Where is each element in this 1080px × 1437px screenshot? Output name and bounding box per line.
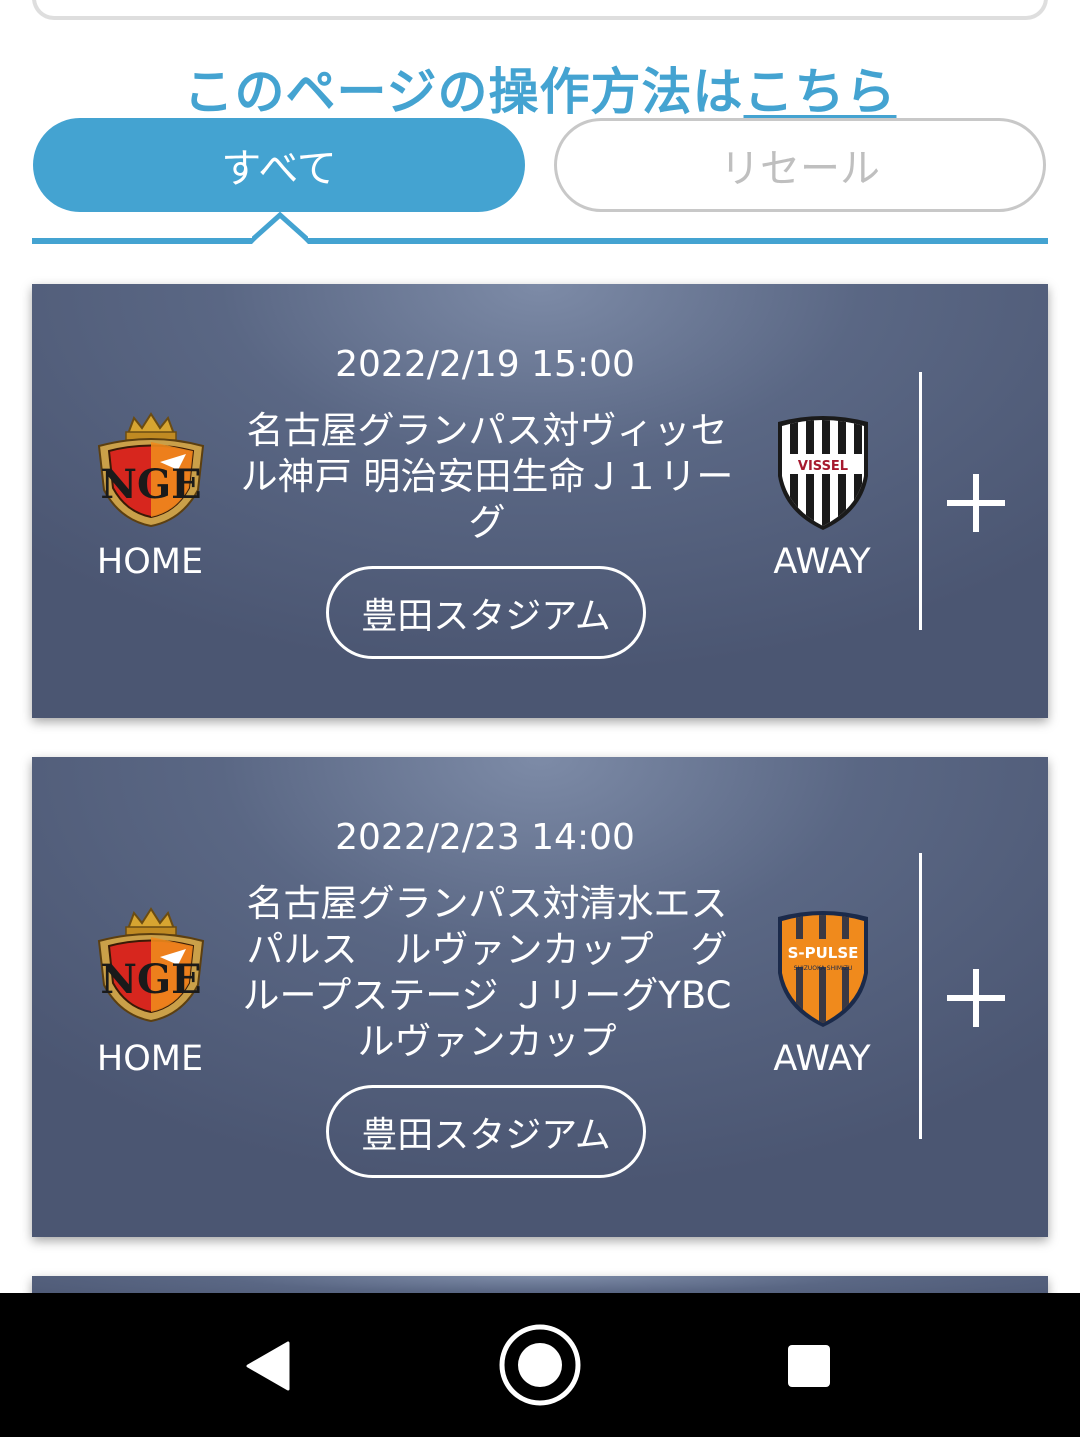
svg-text:NGE: NGE <box>100 956 201 1003</box>
home-label: HOME <box>96 1039 204 1079</box>
top-card-remnant <box>32 0 1048 20</box>
expand-plus-icon[interactable] <box>947 969 1005 1027</box>
recents-icon[interactable] <box>786 1343 832 1389</box>
match-card[interactable]: 2022/2/23 14:00 名古屋グランパス対清水エスパルス ルヴァンカップ… <box>32 757 1048 1237</box>
nagoya-grampus-emblem-icon: NGE <box>97 412 205 528</box>
tab-resale-label: リセール <box>720 146 880 192</box>
card-divider <box>919 372 922 630</box>
venue-badge[interactable]: 豊田スタジアム <box>326 1085 646 1178</box>
away-label: AWAY <box>773 542 871 582</box>
svg-text:VISSEL: VISSEL <box>798 459 848 474</box>
svg-text:NGE: NGE <box>100 461 201 508</box>
tab-resale[interactable]: リセール <box>554 118 1046 212</box>
help-text: このページの操作方法は <box>183 63 744 121</box>
tab-underline <box>32 238 1048 244</box>
svg-text:SHIZUOKA SHIMIZU: SHIZUOKA SHIMIZU <box>794 965 853 972</box>
system-navigation-bar <box>0 1293 1080 1437</box>
match-datetime: 2022/2/19 15:00 <box>335 344 635 385</box>
venue-name: 豊田スタジアム <box>361 595 611 637</box>
match-title: 名古屋グランパス対ヴィッセル神戸 明治安田生命Ｊ１リーグ <box>240 409 734 544</box>
home-icon[interactable] <box>498 1323 582 1407</box>
back-icon[interactable] <box>246 1341 290 1391</box>
match-datetime: 2022/2/23 14:00 <box>335 817 635 858</box>
vissel-kobe-emblem-icon: VISSEL <box>778 416 868 530</box>
card-divider <box>919 853 922 1139</box>
svg-text:S-PULSE: S-PULSE <box>788 944 859 962</box>
home-label: HOME <box>96 542 204 582</box>
shimizu-s-pulse-emblem-icon: S-PULSE SHIZUOKA SHIMIZU <box>778 911 868 1027</box>
expand-plus-icon[interactable] <box>947 474 1005 532</box>
tab-all-label: すべて <box>221 146 337 192</box>
tab-pointer-icon <box>252 211 308 244</box>
nagoya-grampus-emblem-icon: NGE <box>97 907 205 1023</box>
away-label: AWAY <box>773 1039 871 1079</box>
venue-name: 豊田スタジアム <box>361 1114 611 1156</box>
tab-all[interactable]: すべて <box>33 118 525 212</box>
help-line: このページの操作方法はこちら <box>0 52 1080 124</box>
match-title: 名古屋グランパス対清水エスパルス ルヴァンカップ グループステージ ＪリーグYB… <box>242 882 732 1063</box>
venue-badge[interactable]: 豊田スタジアム <box>326 566 646 659</box>
help-link[interactable]: こちら <box>744 63 897 121</box>
match-card[interactable]: 2022/2/19 15:00 名古屋グランパス対ヴィッセル神戸 明治安田生命Ｊ… <box>32 284 1048 718</box>
